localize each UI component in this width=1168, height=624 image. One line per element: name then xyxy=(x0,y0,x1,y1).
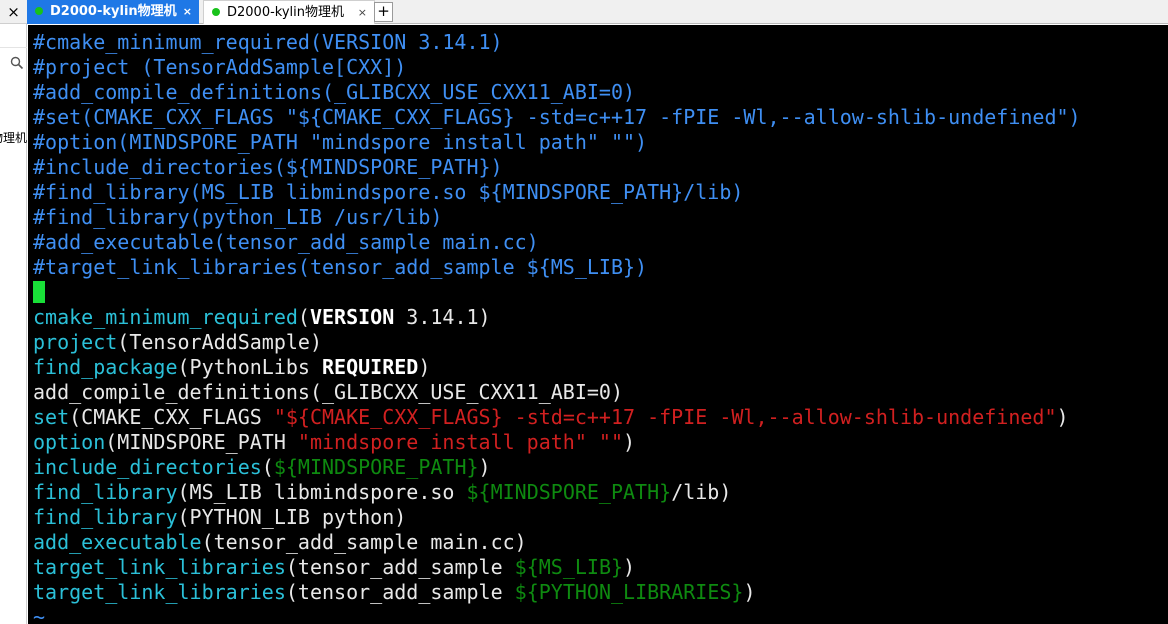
code-line: find_library(MS_LIB libmindspore.so ${MI… xyxy=(33,480,731,505)
code-token: find_library xyxy=(33,505,178,529)
code-line: target_link_libraries(tensor_add_sample … xyxy=(33,580,755,605)
code-token: (TensorAddSample) xyxy=(117,330,322,354)
code-line: find_package(PythonLibs REQUIRED) xyxy=(33,355,430,380)
code-line: set(CMAKE_CXX_FLAGS "${CMAKE_CXX_FLAGS} … xyxy=(33,405,1069,430)
code-token: add_compile_definitions(_GLIBCXX_USE_CXX… xyxy=(33,380,624,404)
code-token: (PYTHON_LIB python) xyxy=(177,505,407,529)
code-line: add_compile_definitions(_GLIBCXX_USE_CXX… xyxy=(33,380,623,405)
code-token: find_package xyxy=(33,355,178,379)
code-line: target_link_libraries(tensor_add_sample … xyxy=(33,555,635,580)
code-token: add_executable xyxy=(33,530,202,554)
code-line: add_executable(tensor_add_sample main.cc… xyxy=(33,530,527,555)
tab-session[interactable]: D2000-kylin物理机 × xyxy=(203,0,375,24)
commented-line: #add_executable(tensor_add_sample main.c… xyxy=(33,230,539,254)
code-token: set xyxy=(33,405,70,429)
code-token: find_library xyxy=(33,480,178,504)
code-token: ( xyxy=(297,305,310,329)
code-token: target_link_libraries xyxy=(33,555,286,579)
code-token: cmake_minimum_required xyxy=(33,305,298,329)
commented-line: #find_library(python_LIB /usr/lib) xyxy=(33,205,443,229)
code-token: ( xyxy=(261,455,274,479)
code-token: ${MS_LIB} xyxy=(514,555,624,579)
code-token: 3.14.1) xyxy=(394,305,491,329)
empty-buffer-line: ~ xyxy=(33,605,46,624)
close-tab-icon[interactable]: × xyxy=(358,1,367,25)
code-token: /lib) xyxy=(671,480,732,504)
code-line: include_directories(${MINDSPORE_PATH}) xyxy=(33,455,491,480)
code-token: ${MINDSPORE_PATH} xyxy=(466,480,672,504)
code-token: ) xyxy=(623,430,636,454)
tab-session-active[interactable]: D2000-kylin物理机 × xyxy=(27,0,199,24)
code-token: "mindspore install path" "" xyxy=(297,430,624,454)
code-line: cmake_minimum_required(VERSION 3.14.1) xyxy=(33,305,491,330)
code-token: (PythonLibs xyxy=(177,355,322,379)
session-search-field[interactable] xyxy=(0,26,27,70)
code-token: (tensor_add_sample xyxy=(285,555,515,579)
code-token: ${MINDSPORE_PATH} xyxy=(273,455,479,479)
tab-label: D2000-kylin物理机 xyxy=(227,5,345,20)
code-token: "${CMAKE_CXX_FLAGS} -std=c++17 -fPIE -Wl… xyxy=(273,405,1057,429)
code-token: ${PYTHON_LIBRARIES} xyxy=(514,580,744,604)
commented-line: #include_directories(${MINDSPORE_PATH}) xyxy=(33,155,503,179)
code-token: ) xyxy=(623,555,636,579)
code-token: ) xyxy=(478,455,491,479)
code-line: project(TensorAddSample) xyxy=(33,330,322,355)
commented-line: #find_library(MS_LIB libmindspore.so ${M… xyxy=(33,180,744,204)
code-token: (MINDSPORE_PATH xyxy=(105,430,298,454)
commented-line: #cmake_minimum_required(VERSION 3.14.1) xyxy=(33,30,503,54)
connected-status-icon xyxy=(212,7,220,16)
terminal-cursor xyxy=(33,281,45,303)
code-line: find_library(PYTHON_LIB python) xyxy=(33,505,406,530)
commented-line: #add_compile_definitions(_GLIBCXX_USE_CX… xyxy=(33,80,636,104)
code-token: target_link_libraries xyxy=(33,580,286,604)
close-panel-button[interactable]: × xyxy=(0,0,27,24)
commented-line: #target_link_libraries(tensor_add_sample… xyxy=(33,255,648,279)
close-tab-icon[interactable]: × xyxy=(183,0,192,24)
code-token: (tensor_add_sample main.cc) xyxy=(201,530,527,554)
tab-label: D2000-kylin物理机 xyxy=(50,4,177,19)
connected-status-icon xyxy=(35,6,43,15)
commented-line: #option(MINDSPORE_PATH "mindspore instal… xyxy=(33,130,648,154)
code-token: project xyxy=(33,330,118,354)
search-icon[interactable] xyxy=(10,56,24,70)
code-token: ) xyxy=(1056,405,1069,429)
code-token: REQUIRED xyxy=(322,355,419,379)
terminal-view[interactable]: #cmake_minimum_required(VERSION 3.14.1) #… xyxy=(28,25,1168,624)
commented-line: #project (TensorAddSample[CXX]) xyxy=(33,55,407,79)
code-token: (CMAKE_CXX_FLAGS xyxy=(69,405,274,429)
commented-line: #set(CMAKE_CXX_FLAGS "${CMAKE_CXX_FLAGS}… xyxy=(33,105,1081,129)
code-token: (MS_LIB libmindspore.so xyxy=(177,480,467,504)
code-token: ) xyxy=(418,355,431,379)
code-token: (tensor_add_sample xyxy=(285,580,515,604)
new-tab-button[interactable]: + xyxy=(374,2,393,22)
code-token: ) xyxy=(743,580,756,604)
code-token: option xyxy=(33,430,106,454)
tab-bar: D2000-kylin物理机 × D2000-kylin物理机 × + xyxy=(27,0,1168,24)
code-token: include_directories xyxy=(33,455,262,479)
code-token: VERSION xyxy=(309,305,395,329)
session-list-item[interactable]: D2000-kylin物理机 xyxy=(0,130,27,146)
code-line: option(MINDSPORE_PATH "mindspore install… xyxy=(33,430,635,455)
session-panel: × D2000-kylin物理机 xyxy=(0,0,27,624)
